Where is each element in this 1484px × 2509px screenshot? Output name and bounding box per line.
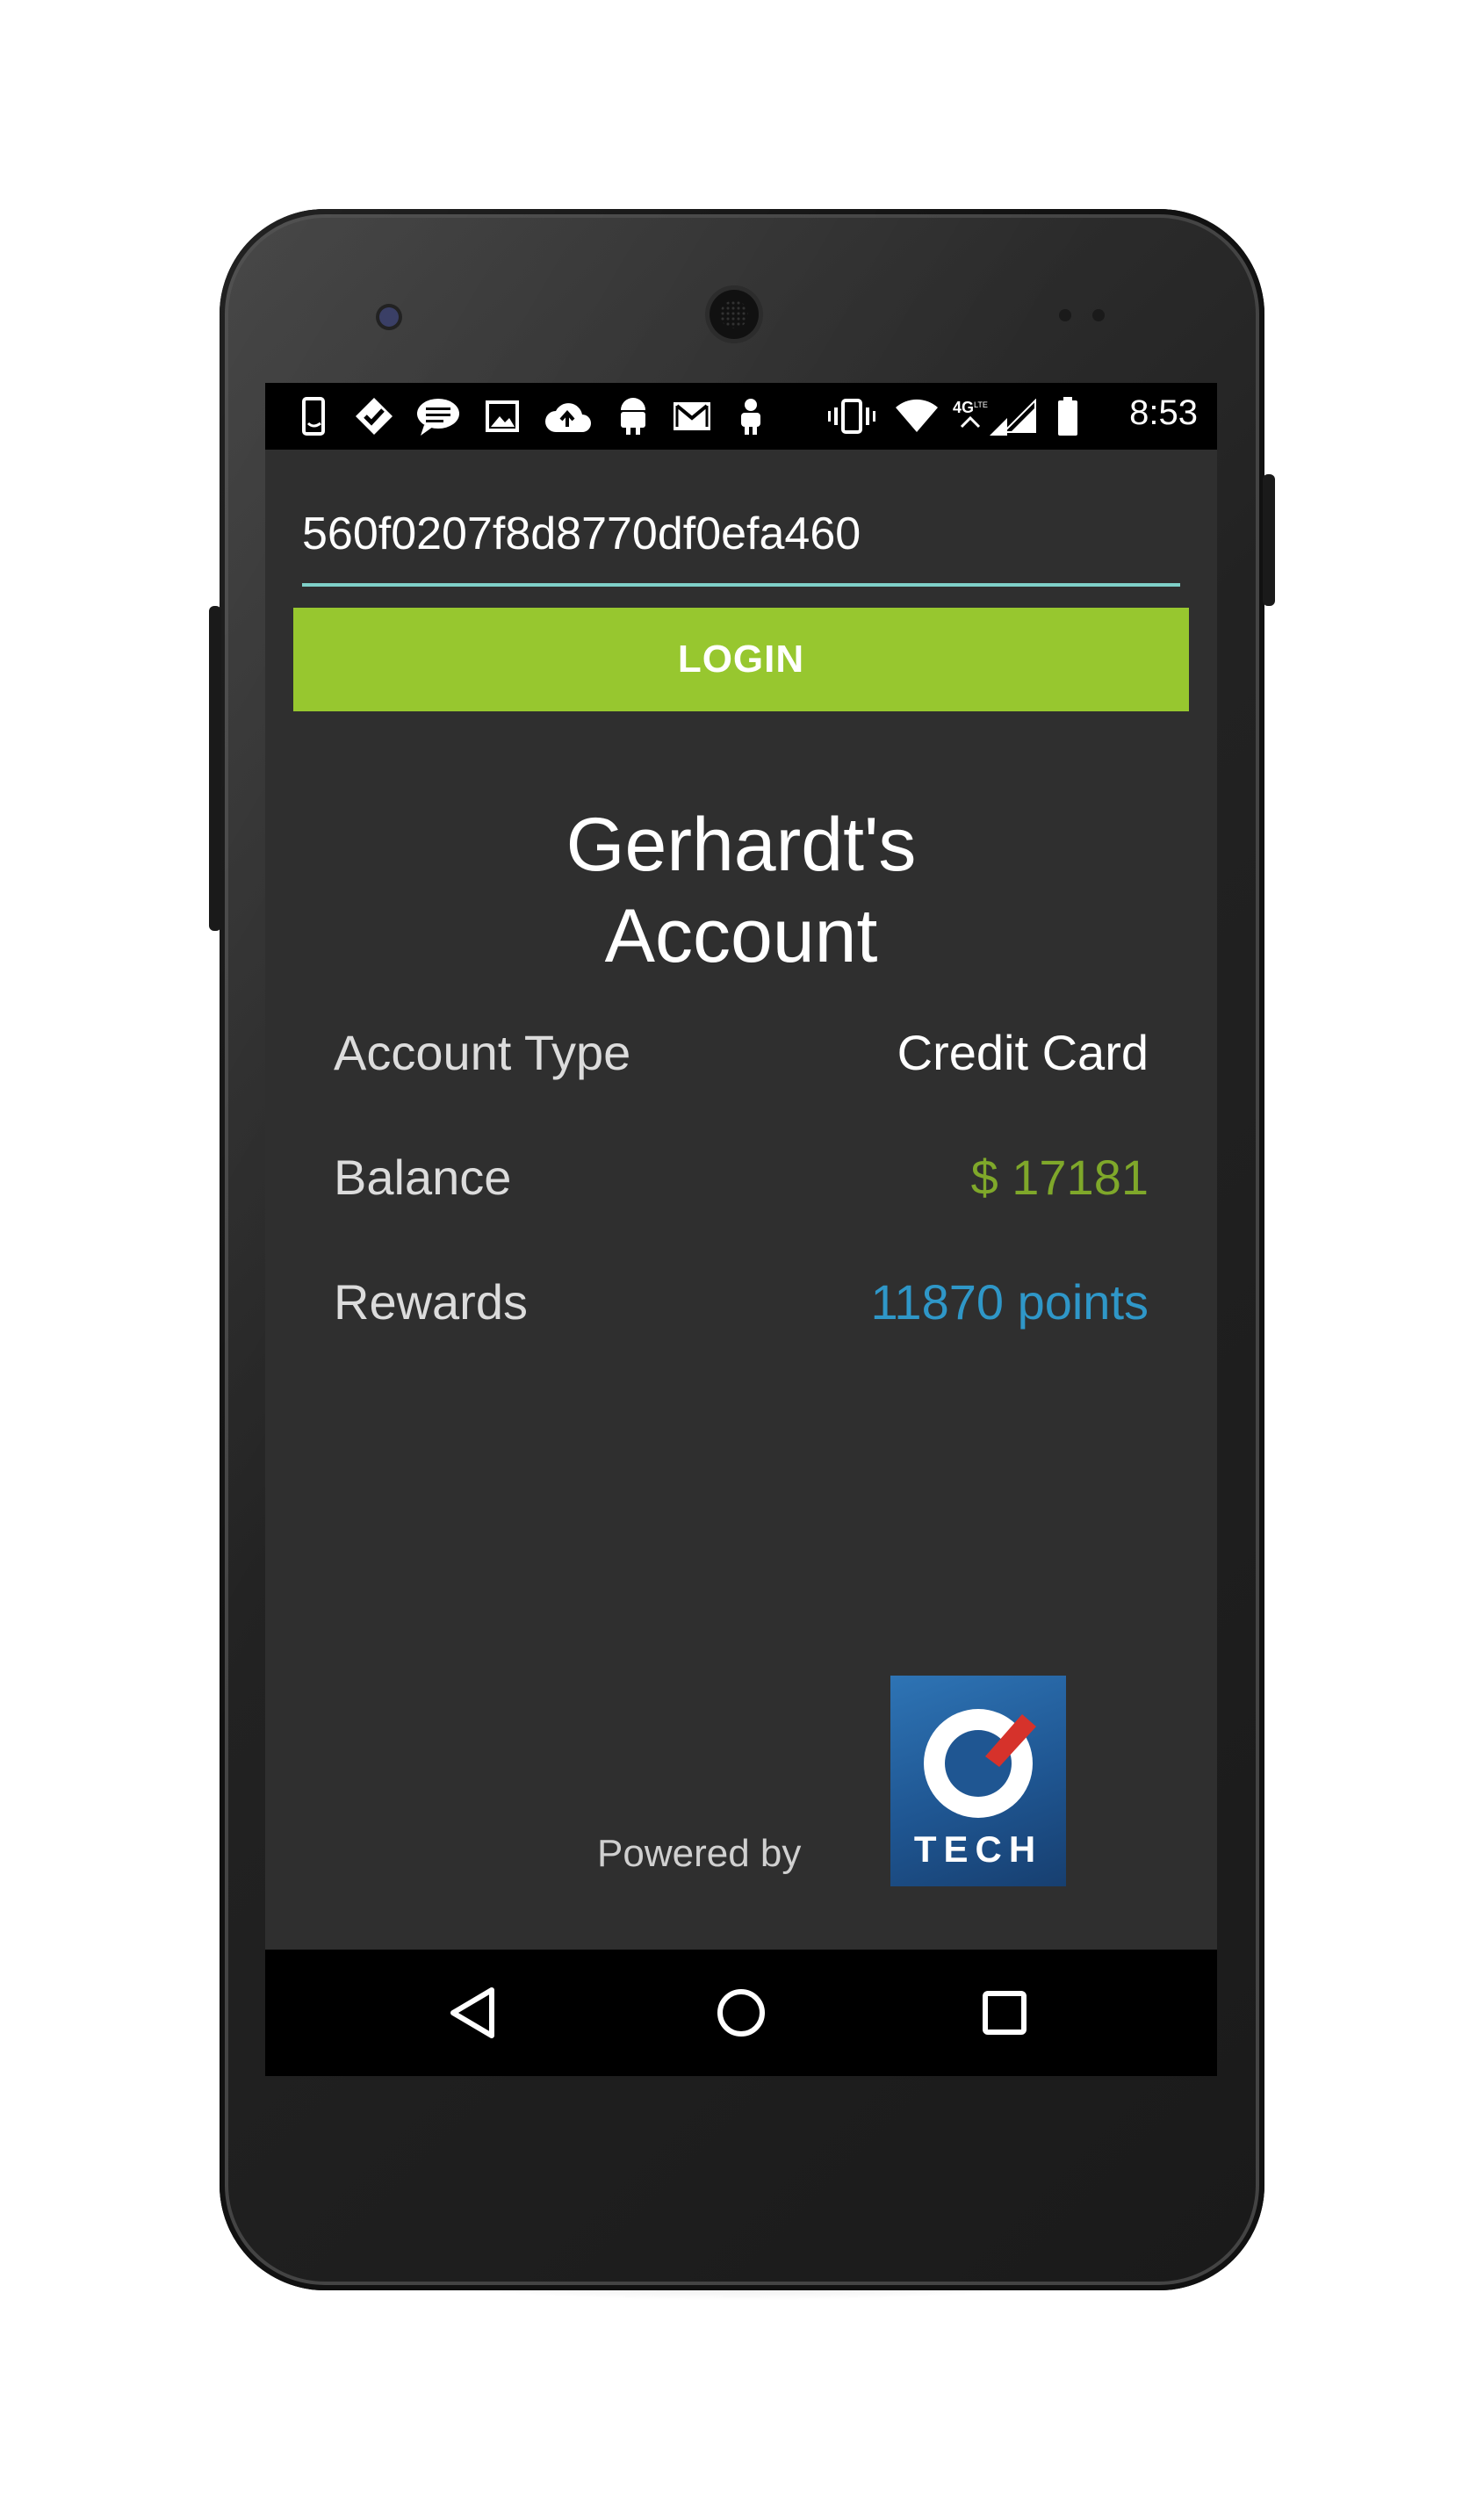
account-type-label: Account Type [334, 1025, 631, 1080]
vibrate-icon [827, 397, 876, 436]
image-icon [485, 397, 520, 436]
rewards-row: Rewards 11870 points [334, 1273, 1149, 1335]
svg-text:LTE: LTE [974, 400, 988, 409]
recents-button[interactable] [973, 1981, 1036, 2044]
balance-value: $ 17181 [970, 1150, 1149, 1205]
account-title-word: Account [604, 894, 878, 978]
android-icon [616, 397, 650, 436]
login-button-label: LOGIN [677, 638, 805, 681]
back-button[interactable] [441, 1981, 504, 2044]
home-circle-icon [717, 1989, 765, 2037]
balance-label: Balance [334, 1150, 512, 1205]
volume-button[interactable] [209, 606, 221, 931]
battery-icon [1055, 397, 1080, 436]
input-underline [302, 583, 1180, 587]
person-icon [738, 397, 764, 436]
earpiece-speaker [710, 290, 759, 339]
powered-by-text: Powered by [597, 1832, 802, 1875]
recents-square-icon [983, 1991, 1027, 2035]
account-title: Gerhardt's Account [265, 799, 1217, 982]
tech-logo-ring-icon [924, 1709, 1036, 1818]
login-button[interactable]: LOGIN [293, 608, 1189, 711]
app-screen: 4GLTE 8:53 LOGIN Gerhardt's Account Acco… [265, 383, 1217, 2076]
account-title-owner: Gerhardt's [566, 803, 917, 887]
signal-icon [1001, 397, 1038, 436]
cloud-upload-icon [543, 397, 592, 436]
status-bar: 4G LTE 8:53 [265, 383, 1217, 450]
tech-logo: TECH [890, 1676, 1066, 1886]
status-time: 8:53 [1129, 393, 1198, 432]
svg-text:4G: 4G [953, 399, 974, 416]
home-button[interactable] [710, 1981, 773, 2044]
front-camera [379, 307, 399, 327]
back-triangle-icon [450, 1987, 494, 2038]
tech-logo-text: TECH [913, 1828, 1043, 1870]
account-type-value: Credit Card [897, 1025, 1149, 1080]
power-button[interactable] [1263, 474, 1275, 606]
phone-sync-icon [299, 397, 330, 436]
account-type-row: Account Type Credit Card [334, 1024, 1149, 1085]
balance-row: Balance $ 17181 [334, 1149, 1149, 1210]
gmail-icon [671, 397, 713, 436]
proximity-sensor [1059, 309, 1071, 321]
light-sensor [1092, 309, 1105, 321]
navigation-bar [265, 1950, 1217, 2076]
account-token-input[interactable] [302, 508, 1180, 560]
chat-bubble-icon [414, 397, 462, 436]
rewards-value: 11870 points [870, 1274, 1149, 1330]
check-badge-icon [353, 397, 395, 436]
wifi-icon [894, 397, 940, 436]
rewards-label: Rewards [334, 1274, 528, 1330]
